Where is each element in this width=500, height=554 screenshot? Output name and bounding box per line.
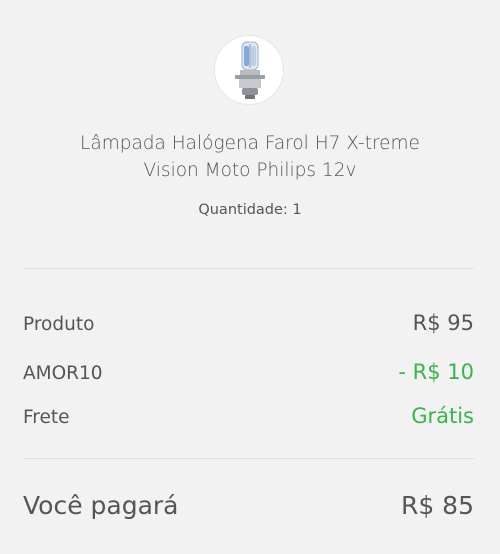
shipping-row: Frete Grátis <box>23 404 474 428</box>
total-row: Você pagará R$ 85 <box>23 491 474 520</box>
subtotal-row: Produto R$ 95 <box>23 311 474 335</box>
coupon-discount-value: - R$ 10 <box>398 360 474 384</box>
shipping-value: Grátis <box>411 404 474 428</box>
product-thumbnail <box>214 35 284 105</box>
order-summary: Lâmpada Halógena Farol H7 X-treme Vision… <box>0 0 500 554</box>
divider <box>23 268 474 269</box>
subtotal-value: R$ 95 <box>412 311 474 335</box>
divider <box>23 458 474 459</box>
product-title: Lâmpada Halógena Farol H7 X-treme Vision… <box>80 133 420 181</box>
quantity-label: Quantidade: 1 <box>198 202 302 218</box>
shipping-label: Frete <box>23 407 70 428</box>
coupon-row: AMOR10 - R$ 10 <box>23 360 474 384</box>
headlight-bulb-icon <box>235 41 265 99</box>
subtotal-label: Produto <box>23 314 95 335</box>
total-label: Você pagará <box>23 491 179 520</box>
total-value: R$ 85 <box>400 491 474 520</box>
coupon-code-label: AMOR10 <box>23 363 103 384</box>
